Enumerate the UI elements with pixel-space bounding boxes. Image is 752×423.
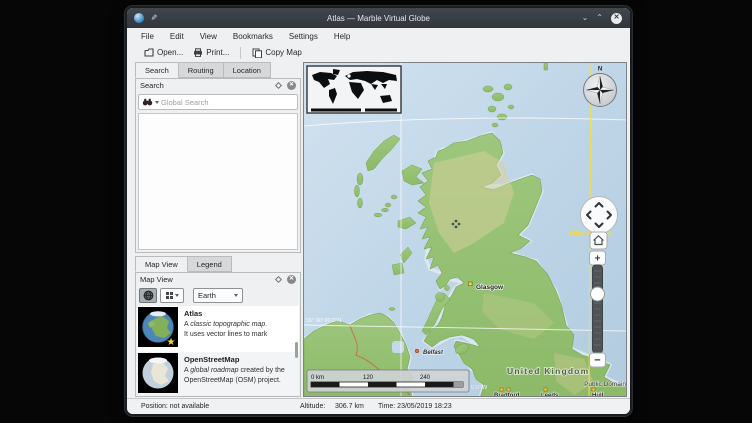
celestial-body-select[interactable]: Earth bbox=[193, 288, 243, 303]
home-button[interactable] bbox=[590, 232, 607, 249]
folder-icon bbox=[144, 48, 154, 57]
search-input[interactable] bbox=[161, 98, 294, 107]
global-search-box[interactable] bbox=[138, 94, 298, 110]
status-altitude-value: 306.7 km bbox=[335, 403, 364, 410]
theme-description: It uses vector lines to mark bbox=[184, 331, 299, 338]
copy-icon bbox=[252, 48, 262, 58]
chevron-down-icon bbox=[234, 294, 238, 297]
favorite-star-icon: ★ bbox=[167, 337, 176, 347]
left-panel: Search Routing Location Search ✕ bbox=[135, 62, 301, 397]
current-view-indicator bbox=[347, 74, 350, 77]
tab-search[interactable]: Search bbox=[135, 62, 179, 78]
bottom-tabbar: Map View Legend bbox=[135, 256, 301, 272]
status-position: Position: not available bbox=[141, 403, 209, 410]
search-panel-title: Search bbox=[140, 81, 164, 90]
theme-description: A classic topographic map. bbox=[184, 321, 299, 328]
menu-file[interactable]: File bbox=[141, 32, 154, 41]
menu-view[interactable]: View bbox=[200, 32, 217, 41]
menu-bookmarks[interactable]: Bookmarks bbox=[233, 32, 273, 41]
maximize-button[interactable]: ⌃ bbox=[596, 13, 603, 23]
scale-bar: 0 km 120 240 bbox=[307, 370, 469, 392]
search-results-list[interactable] bbox=[138, 113, 298, 250]
compass-north-label: N bbox=[598, 67, 602, 73]
search-options-caret[interactable] bbox=[155, 101, 159, 104]
theme-view-mode-button[interactable] bbox=[160, 288, 184, 303]
map-view-panel-title: Map View bbox=[140, 275, 173, 284]
city-label-glasgow: Glasgow bbox=[476, 284, 504, 291]
overview-map[interactable] bbox=[307, 66, 401, 113]
menu-edit[interactable]: Edit bbox=[170, 32, 184, 41]
float-panel-icon[interactable] bbox=[275, 276, 282, 283]
theme-description: A global roadmap created by the bbox=[184, 367, 299, 374]
isle-arran bbox=[436, 293, 445, 302]
svg-text:+: + bbox=[595, 254, 601, 265]
theme-name: Atlas bbox=[184, 309, 299, 318]
main-toolbar: Open... Print... Copy Map bbox=[127, 44, 630, 61]
marble-globe-icon bbox=[134, 13, 144, 23]
status-time: Time: 23/05/2019 18:23 bbox=[378, 403, 452, 410]
pan-control[interactable] bbox=[581, 197, 618, 234]
close-panel-icon[interactable]: ✕ bbox=[287, 81, 296, 90]
tab-routing[interactable]: Routing bbox=[179, 62, 224, 78]
menu-help[interactable]: Help bbox=[334, 32, 350, 41]
window-title: Atlas — Marble Virtual Globe bbox=[127, 14, 630, 23]
scale-start-label: 0 km bbox=[311, 375, 324, 381]
marble-window: Atlas — Marble Virtual Globe ✎ ⌄ ⌃ ✕ Fil… bbox=[127, 8, 630, 414]
map-theme-list[interactable]: ★ Atlas A classic topographic map. It us… bbox=[137, 306, 299, 395]
search-panel: Search ✕ bbox=[135, 78, 301, 253]
close-button[interactable]: ✕ bbox=[611, 13, 622, 24]
city-label-leeds: Leeds bbox=[541, 393, 559, 397]
menu-settings[interactable]: Settings bbox=[289, 32, 318, 41]
statusbar: Position: not available Altitude: 306.7 … bbox=[127, 398, 630, 414]
attribution-label: Public Domain bbox=[584, 381, 626, 388]
printer-icon bbox=[193, 48, 203, 57]
theme-item-atlas[interactable]: ★ Atlas A classic topographic map. It us… bbox=[137, 306, 299, 352]
print-button[interactable]: Print... bbox=[188, 45, 234, 60]
toolbar-separator bbox=[240, 47, 241, 59]
theme-description: OpenStreetMap (OSM) project. bbox=[184, 377, 299, 384]
grid-icon bbox=[166, 292, 173, 299]
top-tabbar: Search Routing Location bbox=[135, 62, 301, 78]
belfast-marker[interactable] bbox=[415, 349, 419, 353]
float-panel-icon[interactable] bbox=[275, 82, 282, 89]
globe-icon bbox=[143, 290, 154, 301]
city-label-bradford: Bradford bbox=[494, 393, 520, 397]
longitude-label: 0.0°W bbox=[471, 385, 488, 391]
titlebar[interactable]: Atlas — Marble Virtual Globe ✎ ⌄ ⌃ ✕ bbox=[127, 8, 630, 28]
scale-end-label: 240 bbox=[420, 375, 431, 381]
tab-legend[interactable]: Legend bbox=[188, 256, 232, 272]
glasgow-marker[interactable] bbox=[469, 282, 473, 286]
map-canvas[interactable]: 55° 00' 00.0"N Prime Meridian Glasgow Be… bbox=[303, 62, 627, 397]
svg-text:−: − bbox=[594, 355, 600, 367]
city-label-belfast: Belfast bbox=[423, 350, 444, 356]
status-altitude-label: Altitude: bbox=[300, 403, 325, 410]
copy-map-button[interactable]: Copy Map bbox=[247, 45, 306, 60]
globe-projection-button[interactable] bbox=[139, 288, 157, 303]
theme-item-openstreetmap[interactable]: OpenStreetMap A global roadmap created b… bbox=[137, 352, 299, 395]
scale-mid-label: 120 bbox=[363, 375, 374, 381]
atlas-thumbnail: ★ bbox=[138, 307, 178, 347]
tab-location[interactable]: Location bbox=[224, 62, 271, 78]
map-view-panel: Map View ✕ bbox=[135, 272, 301, 397]
zoom-slider-handle[interactable] bbox=[591, 287, 605, 301]
tab-map-view[interactable]: Map View bbox=[135, 256, 188, 272]
theme-list-scrollbar[interactable] bbox=[295, 342, 298, 358]
map-view-toolbar: Earth bbox=[136, 286, 300, 305]
open-button[interactable]: Open... bbox=[139, 45, 188, 60]
minimize-button[interactable]: ⌄ bbox=[582, 13, 589, 23]
chevron-down-icon bbox=[175, 294, 179, 297]
latitude-label: 55° 00' 00.0"N bbox=[306, 318, 341, 324]
theme-name: OpenStreetMap bbox=[184, 355, 299, 364]
binoculars-icon bbox=[142, 98, 153, 106]
menubar: File Edit View Bookmarks Settings Help bbox=[127, 28, 630, 44]
city-label-hull: Hull bbox=[592, 393, 604, 397]
country-label: United Kingdom bbox=[507, 366, 589, 376]
osm-thumbnail bbox=[138, 353, 178, 393]
lough-neagh bbox=[392, 341, 404, 353]
pin-icon: ✎ bbox=[149, 14, 157, 22]
close-panel-icon[interactable]: ✕ bbox=[287, 275, 296, 284]
